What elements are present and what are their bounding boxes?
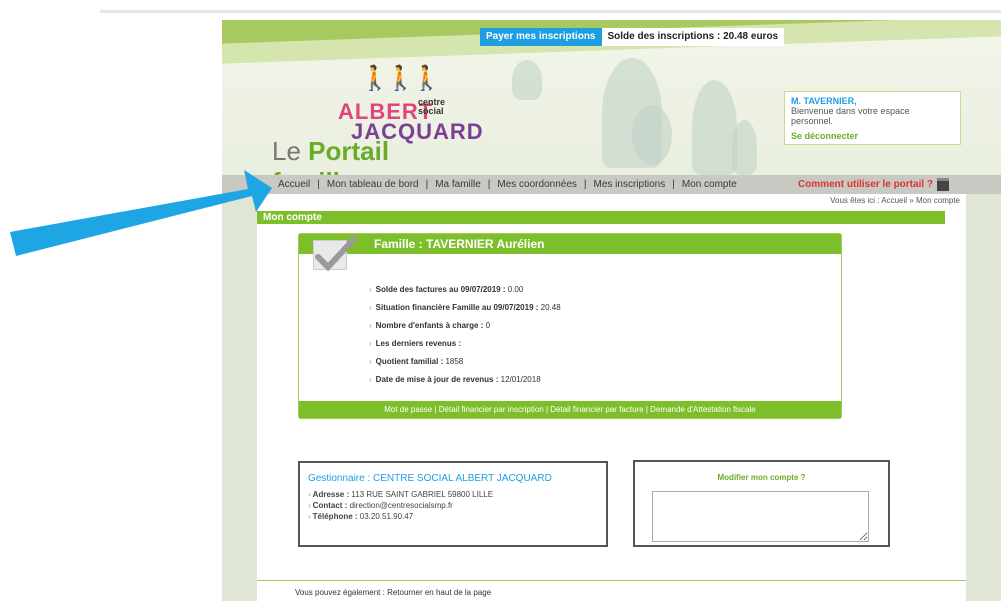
bicycle-silhouette-illustration (632, 105, 672, 165)
footer-prefix: Vous pouvez également : (295, 588, 388, 597)
family-info-value: 1858 (443, 357, 464, 366)
video-clapper-icon (937, 178, 950, 191)
page-title: Mon compte (257, 211, 945, 224)
family-card: Famille : TAVERNIER Aurélien › Solde des … (298, 233, 842, 419)
nav-separator: | (317, 179, 320, 190)
modify-account-textarea[interactable] (652, 491, 869, 542)
family-info-row: › Situation financière Famille au 09/07/2… (369, 299, 561, 317)
bullet-arrow-icon: › (308, 490, 311, 499)
breadcrumb-separator: » (907, 196, 916, 205)
nav-item-mon-compte[interactable]: Mon compte (682, 179, 737, 190)
card-link-2[interactable]: Détail financier par facture (550, 405, 643, 414)
family-info-row: › Nombre d'enfants à charge : 0 (369, 317, 561, 335)
family-info-row: › Quotient familial : 1858 (369, 353, 561, 371)
nav-separator: | (672, 179, 675, 190)
family-info-label: Solde des factures au 09/07/2019 : (375, 285, 506, 294)
registrations-balance: Solde des inscriptions : 20.48 euros (601, 28, 785, 46)
account-topbar: Payer mes inscriptions Solde des inscrip… (480, 28, 785, 46)
manager-box: Gestionnaire : CENTRE SOCIAL ALBERT JACQ… (298, 461, 608, 547)
bullet-arrow-icon: › (308, 501, 311, 510)
nav-item-mon-tableau-de-bord[interactable]: Mon tableau de bord (327, 179, 419, 190)
nav-item-ma-famille[interactable]: Ma famille (435, 179, 481, 190)
family-info-list: › Solde des factures au 09/07/2019 : 0.00… (369, 281, 561, 389)
user-name: M. TAVERNIER, (791, 96, 857, 106)
card-link-3[interactable]: Demande d'Attestation fiscale (650, 405, 756, 414)
family-info-label: Quotient familial : (375, 357, 444, 366)
family-info-value: 20.48 (538, 303, 561, 312)
nav-item-mes-coordonn-es[interactable]: Mes coordonnées (497, 179, 577, 190)
breadcrumb-current: Mon compte (915, 196, 960, 205)
family-info-row: › Date de mise à jour de revenus : 12/01/… (369, 371, 561, 389)
family-info-label: Les derniers revenus : (375, 339, 462, 348)
child-silhouette-illustration (732, 120, 757, 175)
address-value: 113 RUE SAINT GABRIEL 59800 LILLE (349, 490, 494, 499)
welcome-box: M. TAVERNIER, Bienvenue dans votre espac… (784, 91, 961, 145)
family-card-links: Mot de passe | Détail financier par insc… (299, 401, 841, 418)
manager-contact: › Contact : direction@centresocialsmp.fr (308, 500, 598, 511)
family-card-title: Famille : TAVERNIER Aurélien (299, 234, 841, 254)
family-info-row: › Les derniers revenus : (369, 335, 561, 353)
nav-item-mes-inscriptions[interactable]: Mes inscriptions (594, 179, 666, 190)
manager-address: › Adresse : 113 RUE SAINT GABRIEL 59800 L… (308, 489, 598, 500)
family-silhouette-illustration (692, 80, 737, 175)
contact-value: direction@centresocialsmp.fr (347, 501, 453, 510)
help-link[interactable]: Comment utiliser le portail ? (798, 178, 950, 191)
family-info-value: 0.00 (505, 285, 524, 294)
card-link-0[interactable]: Mot de passe (384, 405, 432, 414)
back-to-top-link[interactable]: Retourner en haut de la page (387, 588, 491, 597)
manager-title: Gestionnaire : CENTRE SOCIAL ALBERT JACQ… (308, 473, 552, 484)
family-info-label: Nombre d'enfants à charge : (375, 321, 484, 330)
family-info-value: 12/01/2018 (498, 375, 541, 384)
logout-link[interactable]: Se déconnecter (791, 131, 954, 141)
bullet-arrow-icon: › (369, 285, 372, 294)
family-info-row: › Solde des factures au 09/07/2019 : 0.00 (369, 281, 561, 299)
family-info-value: 0 (483, 321, 491, 330)
pointer-arrow-annotation (10, 170, 272, 256)
main-nav: Accueil | Mon tableau de bord | Ma famille | M… (222, 175, 1001, 194)
pointer-arrow-shape (10, 170, 272, 256)
bullet-arrow-icon: › (308, 512, 311, 521)
bullet-arrow-icon: › (369, 321, 372, 330)
nav-separator: | (425, 179, 429, 190)
address-label: Adresse : (312, 490, 350, 499)
bullet-arrow-icon: › (369, 303, 372, 312)
family-info-label: Date de mise à jour de revenus : (375, 375, 499, 384)
contact-label: Contact : (312, 501, 348, 510)
people-logo-icon: 🚶🚶🚶 (360, 65, 442, 92)
bullet-arrow-icon: › (369, 375, 372, 384)
bullet-arrow-icon: › (369, 339, 372, 348)
help-link-label: Comment utiliser le portail ? (798, 179, 934, 190)
modify-account-box: Modifier mon compte ? (633, 460, 890, 547)
logo-social: social (418, 106, 444, 116)
card-link-1[interactable]: Détail financier par inscription (439, 405, 544, 414)
breadcrumb-prefix: Vous êtes ici : (830, 196, 882, 205)
phone-label: Téléphone : (312, 512, 358, 521)
phone-value: 03.20.51.90.47 (357, 512, 414, 521)
family-silhouette-illustration (512, 60, 542, 100)
breadcrumb-home-link[interactable]: Accueil (881, 196, 907, 205)
logo-centre-social: centre social (418, 98, 445, 116)
breadcrumb: Vous êtes ici : Accueil » Mon compte (830, 196, 960, 205)
family-info-label: Situation financière Famille au 09/07/20… (375, 303, 539, 312)
welcome-message: Bienvenue dans votre espace personnel. (791, 106, 910, 126)
modify-account-title: Modifier mon compte ? (717, 473, 806, 482)
header-banner: Payer mes inscriptions Solde des inscrip… (222, 20, 1001, 175)
bullet-arrow-icon: › (369, 357, 372, 366)
page-footer: Vous pouvez également : Retourner en hau… (257, 580, 966, 601)
nav-separator: | (487, 179, 491, 190)
manager-phone: › Téléphone : 03.20.51.90.47 (308, 511, 598, 522)
pay-registrations-button[interactable]: Payer mes inscriptions (480, 28, 602, 46)
nav-separator: | (583, 179, 587, 190)
checkmark-icon (313, 236, 357, 272)
